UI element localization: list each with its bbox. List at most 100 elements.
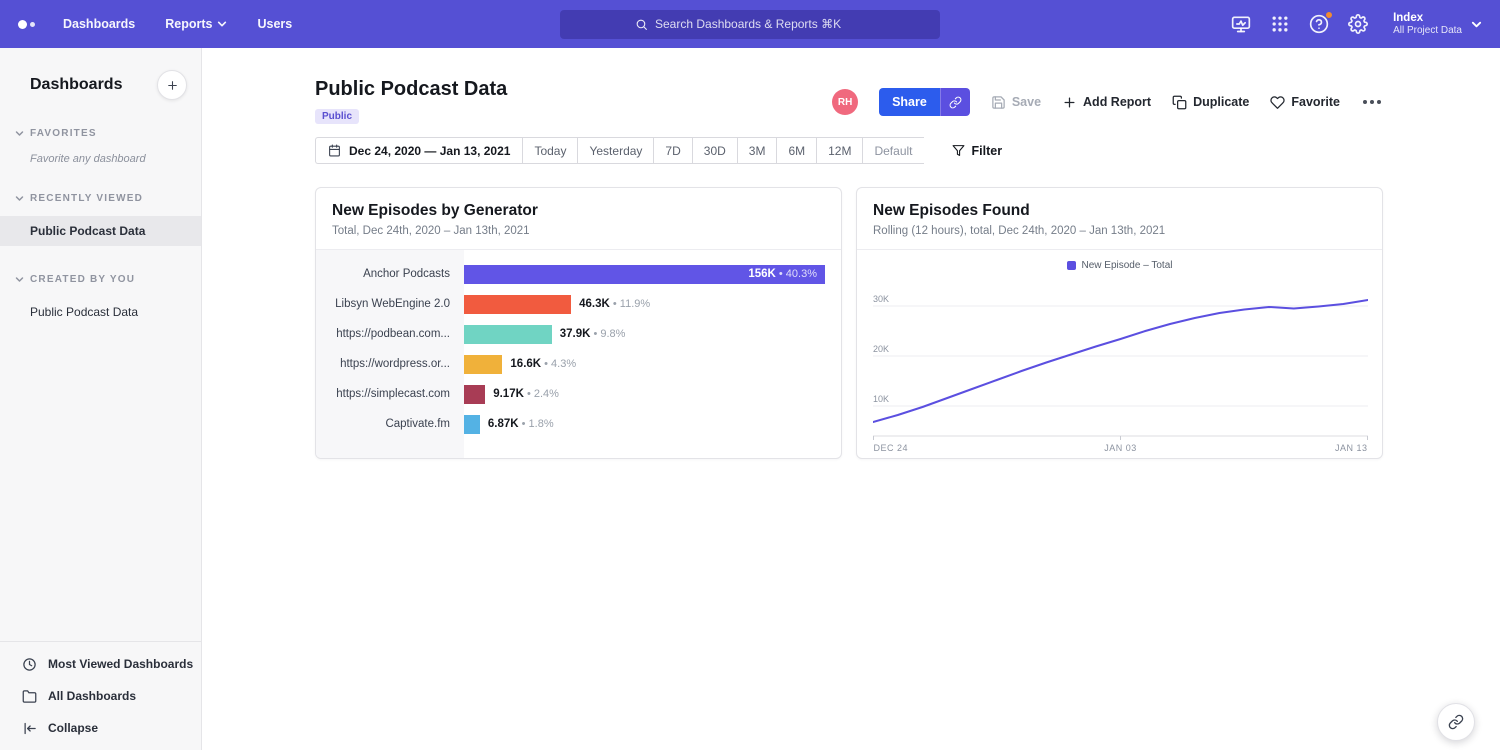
filter-funnel-icon: [952, 144, 965, 157]
add-report-button[interactable]: Add Report: [1062, 95, 1151, 110]
filter-button[interactable]: Filter: [952, 144, 1003, 158]
bar-value: 9.17K • 2.4%: [493, 388, 559, 400]
bar[interactable]: [464, 355, 502, 374]
preset-default[interactable]: Default: [862, 137, 923, 164]
svg-text:DEC 24: DEC 24: [874, 443, 909, 453]
copy-link-fab[interactable]: [1437, 703, 1475, 741]
date-range-button[interactable]: Dec 24, 2020 — Jan 13, 2021: [315, 137, 522, 164]
project-switcher[interactable]: Index All Project Data: [1393, 11, 1482, 37]
add-dashboard-button[interactable]: [157, 70, 187, 100]
favorites-empty-text: Favorite any dashboard: [0, 139, 201, 165]
header-actions: RH Share Save Add Report: [832, 88, 1383, 116]
section-header-created-by-you[interactable]: CREATED BY YOU: [0, 274, 201, 285]
sidebar-section-created: CREATED BY YOU Public Podcast Data: [0, 274, 201, 327]
chart-subtitle: Rolling (12 hours), total, Dec 24th, 202…: [873, 225, 1366, 237]
bar-value: 6.87K • 1.8%: [488, 418, 554, 430]
app-logo-icon[interactable]: [18, 20, 35, 29]
bar-category-label: Libsyn WebEngine 2.0: [316, 298, 464, 310]
avatar[interactable]: RH: [832, 89, 858, 115]
search-input[interactable]: [655, 17, 865, 31]
report-cards: New Episodes by Generator Total, Dec 24t…: [315, 187, 1383, 459]
bar-track: 156K • 40.3%: [464, 259, 841, 289]
bar-chart[interactable]: Anchor Podcasts 156K • 40.3% Libsyn WebE…: [316, 250, 841, 458]
preset-3m[interactable]: 3M: [737, 137, 777, 164]
bar[interactable]: 156K • 40.3%: [464, 265, 825, 284]
bar-category-label: Captivate.fm: [316, 418, 464, 430]
chevron-down-icon: [15, 275, 24, 284]
bar[interactable]: [464, 415, 480, 434]
nav-item-users[interactable]: Users: [257, 17, 292, 31]
sidebar-section-favorites: FAVORITES Favorite any dashboard: [0, 128, 201, 165]
legend-label: New Episode – Total: [1082, 260, 1173, 271]
section-header-recently-viewed[interactable]: RECENTLY VIEWED: [0, 193, 201, 204]
all-dashboards-button[interactable]: All Dashboards: [0, 680, 201, 712]
bar[interactable]: [464, 385, 485, 404]
sidebar-item-public-podcast-data-created[interactable]: Public Podcast Data: [0, 297, 201, 327]
visibility-badge: Public: [315, 109, 359, 124]
collapse-sidebar-button[interactable]: Collapse: [0, 712, 201, 744]
most-viewed-dashboards-button[interactable]: Most Viewed Dashboards: [0, 648, 201, 680]
svg-text:10K: 10K: [873, 394, 889, 404]
bar[interactable]: [464, 295, 571, 314]
bar-chart-row[interactable]: Captivate.fm 6.87K • 1.8%: [316, 409, 841, 439]
bar-rows: Anchor Podcasts 156K • 40.3% Libsyn WebE…: [316, 250, 841, 439]
bar-category-label: https://podbean.com...: [316, 328, 464, 340]
svg-text:20K: 20K: [873, 344, 889, 354]
preset-yesterday[interactable]: Yesterday: [577, 137, 653, 164]
bar-chart-row[interactable]: Libsyn WebEngine 2.0 46.3K • 11.9%: [316, 289, 841, 319]
line-chart-svg: 10K20K30KDEC 24JAN 03JAN 13: [873, 276, 1368, 459]
chevron-down-icon: [15, 129, 24, 138]
chart-legend[interactable]: New Episode – Total: [873, 258, 1366, 272]
nav-item-dashboards[interactable]: Dashboards: [63, 17, 135, 31]
bar-chart-row[interactable]: https://podbean.com... 37.9K • 9.8%: [316, 319, 841, 349]
preset-30d[interactable]: 30D: [692, 137, 737, 164]
bar-chart-row[interactable]: Anchor Podcasts 156K • 40.3%: [316, 259, 841, 289]
line-chart[interactable]: New Episode – Total 10K20K30KDEC 24JAN 0…: [857, 250, 1382, 459]
project-name: Index: [1393, 11, 1462, 25]
duplicate-button[interactable]: Duplicate: [1172, 95, 1249, 110]
page-title: Public Podcast Data: [315, 78, 507, 101]
favorite-button[interactable]: Favorite: [1270, 95, 1340, 110]
preset-6m[interactable]: 6M: [776, 137, 816, 164]
bar-track: 46.3K • 11.9%: [464, 289, 841, 319]
bar-track: 37.9K • 9.8%: [464, 319, 841, 349]
calendar-icon: [328, 144, 341, 157]
preset-12m[interactable]: 12M: [816, 137, 862, 164]
apps-grid-icon[interactable]: [1270, 14, 1290, 34]
bar-value: 16.6K • 4.3%: [510, 358, 576, 370]
sidebar-title: Dashboards: [30, 76, 122, 94]
bar-track: 9.17K • 2.4%: [464, 379, 841, 409]
preset-7d[interactable]: 7D: [653, 137, 691, 164]
save-icon: [991, 95, 1006, 110]
share-link-button[interactable]: [940, 88, 970, 116]
share-split-button: Share: [879, 88, 970, 116]
save-button[interactable]: Save: [991, 95, 1041, 110]
bar-track: 16.6K • 4.3%: [464, 349, 841, 379]
page-header: Public Podcast Data Public RH Share Save: [315, 78, 1383, 124]
folder-icon: [22, 689, 37, 704]
nav-right-cluster: Index All Project Data: [1231, 11, 1482, 37]
bar-chart-row[interactable]: https://simplecast.com 9.17K • 2.4%: [316, 379, 841, 409]
bar-chart-row[interactable]: https://wordpress.or... 16.6K • 4.3%: [316, 349, 841, 379]
bar-chart-header: New Episodes by Generator Total, Dec 24t…: [316, 188, 841, 250]
date-toolbar: Dec 24, 2020 — Jan 13, 2021 Today Yester…: [315, 137, 1383, 164]
svg-text:JAN 13: JAN 13: [1335, 443, 1368, 453]
help-icon[interactable]: [1309, 14, 1329, 34]
bar-category-label: Anchor Podcasts: [316, 268, 464, 280]
share-button[interactable]: Share: [879, 88, 940, 116]
sidebar-item-public-podcast-data[interactable]: Public Podcast Data: [0, 216, 201, 246]
section-header-favorites[interactable]: FAVORITES: [0, 128, 201, 139]
bar-chart-card: New Episodes by Generator Total, Dec 24t…: [315, 187, 842, 459]
bar-value-inline: 156K • 40.3%: [748, 268, 825, 280]
preset-today[interactable]: Today: [522, 137, 577, 164]
gear-icon[interactable]: [1348, 14, 1368, 34]
more-options-button[interactable]: [1361, 96, 1383, 108]
nav-item-reports[interactable]: Reports: [165, 17, 227, 31]
app-window: Dashboards Reports Users: [0, 0, 1500, 750]
chart-title: New Episodes by Generator: [332, 202, 825, 220]
link-icon: [1448, 714, 1464, 730]
main-content: Public Podcast Data Public RH Share Save: [202, 48, 1500, 750]
bar[interactable]: [464, 325, 552, 344]
monitor-icon[interactable]: [1231, 14, 1251, 34]
heart-icon: [1270, 95, 1285, 110]
